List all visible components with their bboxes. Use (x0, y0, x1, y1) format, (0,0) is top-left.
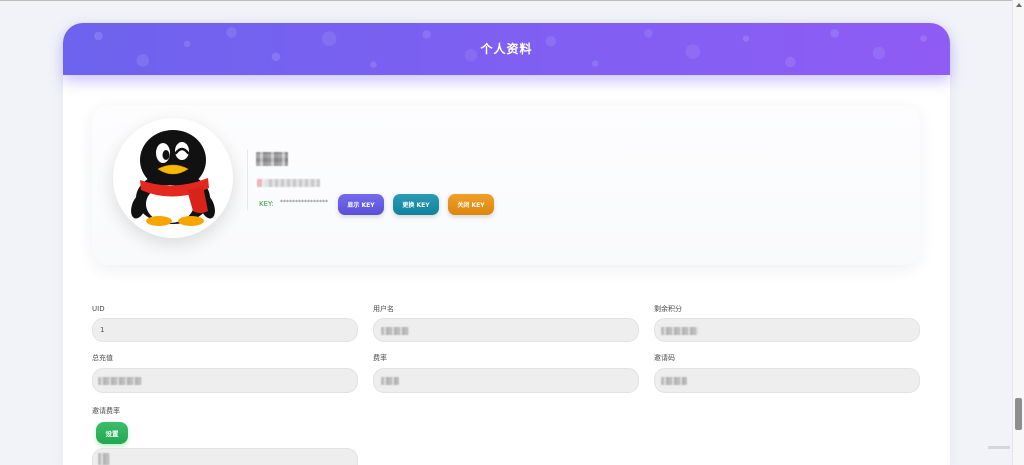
penguin-left-foot (146, 216, 172, 226)
total-recharge-label: 总充值 (92, 354, 113, 362)
scroll-up-arrow-icon[interactable] (1016, 3, 1022, 7)
key-value-masked: **************** (280, 199, 328, 206)
remaining-points-value-redacted (661, 327, 698, 335)
footer-note-faint (988, 446, 1010, 449)
scroll-thumb[interactable] (1015, 398, 1022, 430)
close-key-button[interactable]: 关闭 KEY (448, 194, 494, 215)
rate-value-redacted (381, 377, 399, 385)
page-scrollbar[interactable] (1012, 0, 1024, 465)
remaining-points-label: 剩余积分 (654, 305, 682, 313)
total-recharge-input[interactable] (92, 368, 358, 393)
window-top-border (0, 0, 1012, 1)
rate-input[interactable] (373, 368, 639, 393)
set-invite-rate-button[interactable]: 设置 (96, 422, 128, 444)
contact-display-redacted (257, 179, 320, 187)
change-key-button[interactable]: 更换 KEY (393, 194, 439, 215)
qq-penguin-icon (131, 130, 215, 226)
total-recharge-value-redacted (98, 377, 142, 385)
show-key-button[interactable]: 显示 KEY (338, 194, 384, 215)
profile-summary-panel: KEY: **************** 显示 KEY 更换 KEY 关闭 K… (92, 105, 920, 265)
rate-label: 费率 (373, 354, 387, 362)
uid-value: 1 (100, 326, 105, 334)
uid-label: UID (92, 305, 105, 313)
invite-rate-value-redacted (98, 453, 110, 465)
username-value-redacted (381, 327, 409, 335)
penguin-right-foot (178, 216, 204, 226)
penguin-left-pupil (162, 150, 170, 160)
uid-input[interactable]: 1 (92, 318, 358, 342)
vertical-divider (247, 150, 248, 210)
page-title: 个人资料 (480, 42, 533, 56)
key-label: KEY: (259, 200, 274, 208)
avatar (113, 118, 233, 238)
invite-code-input[interactable] (654, 368, 920, 393)
card-header: 个人资料 (63, 23, 950, 75)
remaining-points-input[interactable] (654, 318, 920, 342)
profile-card: 个人资料 KEY: **************** 显示 KEY 更换 KEY… (63, 23, 950, 465)
invite-rate-input[interactable] (92, 448, 358, 465)
username-label: 用户名 (373, 305, 394, 313)
invite-code-label: 邀请码 (654, 354, 675, 362)
username-input[interactable] (373, 318, 639, 342)
username-display-redacted (256, 152, 288, 166)
invite-rate-label: 邀请费率 (92, 407, 120, 415)
invite-code-value-redacted (661, 377, 687, 385)
